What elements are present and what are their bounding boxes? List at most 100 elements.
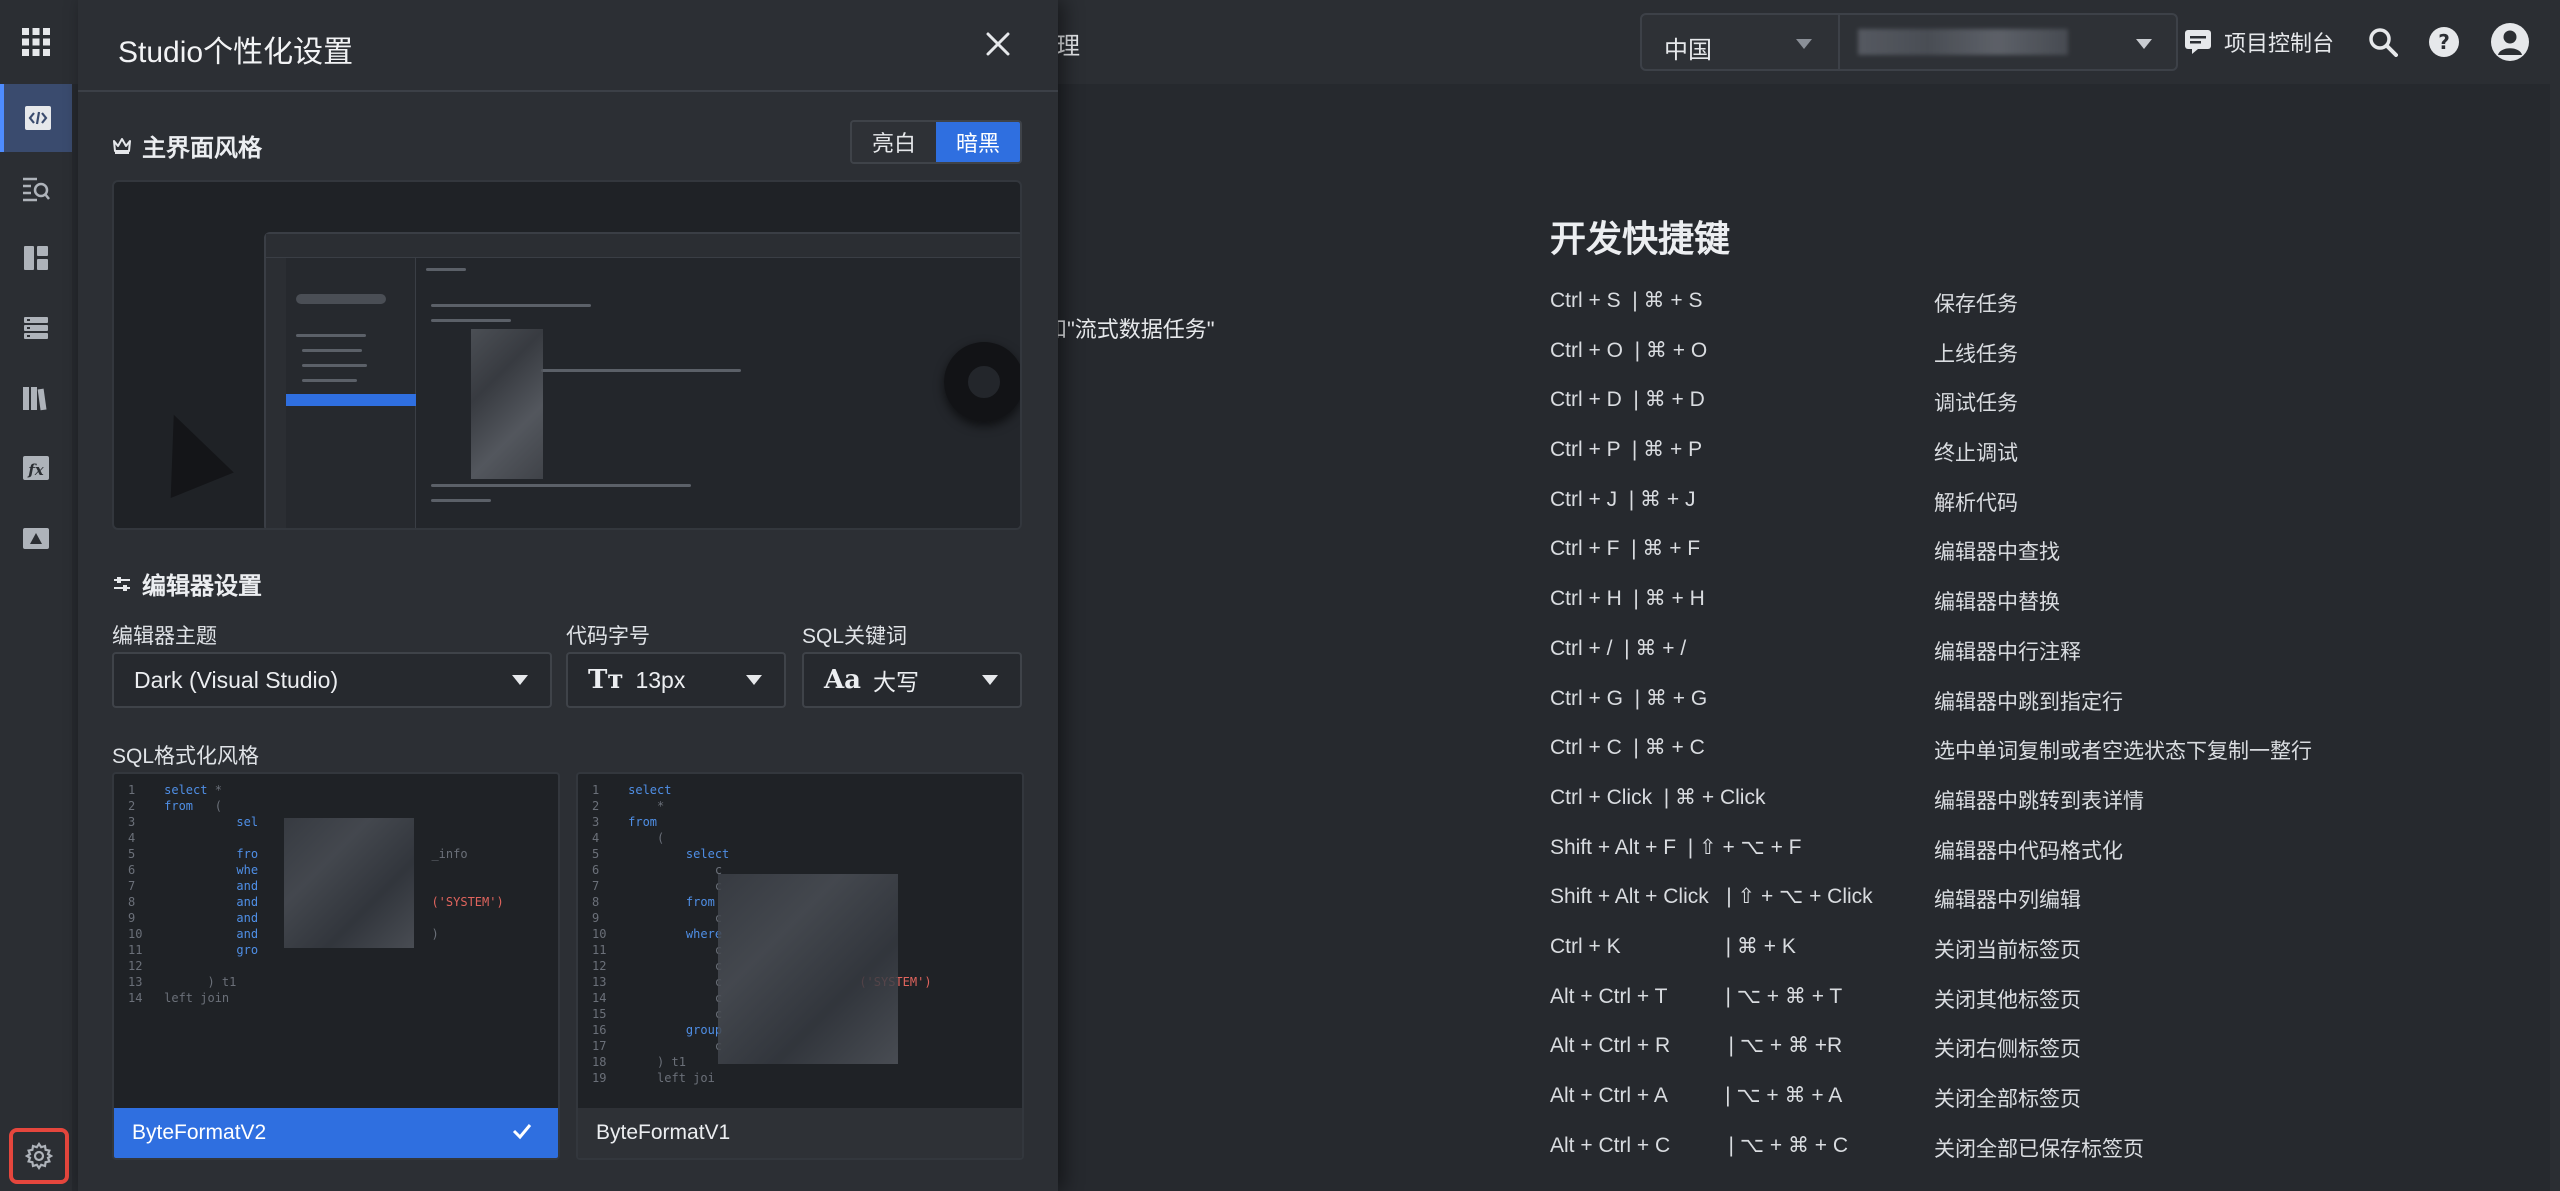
nav-library[interactable]	[0, 364, 72, 432]
shortcut-keys: Ctrl + Click | ⌘ + Click	[1550, 785, 1766, 809]
shortcut-row: Ctrl + / | ⌘ + / 编辑器中行注释	[1550, 630, 2350, 680]
region-selector[interactable]: 中国	[1640, 13, 2178, 71]
mock-line	[431, 319, 511, 322]
editor-theme-select[interactable]: Dark (Visual Studio)	[112, 652, 552, 708]
redacted-project-name	[1858, 29, 2068, 55]
redacted-code-block	[284, 818, 414, 948]
sql-keyword-value: 大写	[873, 669, 920, 695]
user-avatar-button[interactable]	[2490, 22, 2530, 62]
nav-resources[interactable]	[0, 504, 72, 572]
shortcut-keys: Shift + Alt + F | ⇧ + ⌥ + F	[1550, 835, 1802, 859]
search-button[interactable]	[2368, 27, 2398, 57]
database-icon	[24, 317, 48, 339]
apps-menu-button[interactable]	[0, 0, 72, 84]
shortcut-keys: Alt + Ctrl + T | ⌥ + ⌘ + T	[1550, 984, 1843, 1008]
format-option-v2[interactable]: 1 select * 2 from ( 3 sel 4 5 fro _info …	[112, 772, 560, 1160]
nav-dev[interactable]	[0, 84, 72, 152]
divider	[1838, 15, 1840, 69]
caret-down-icon	[982, 675, 998, 685]
mock-line	[302, 349, 362, 352]
top-right-actions: 项目控制台 ?	[2184, 0, 2560, 84]
mock-line	[431, 484, 691, 487]
region-label: 中国	[1664, 37, 1712, 64]
mock-line	[541, 369, 741, 372]
shortcut-list: 开发快捷键 Ctrl + S | ⌘ + S 保存任务 Ctrl + O | ⌘ …	[1550, 210, 2350, 1176]
format-option-v2-label: ByteFormatV2	[132, 1121, 267, 1144]
shortcut-desc: 关闭其他标签页	[1934, 988, 2081, 1012]
theme-toggle: 亮白 暗黑	[850, 120, 1022, 164]
shortcut-keys: Ctrl + C | ⌘ + C	[1550, 736, 1705, 760]
decorative-cone	[142, 402, 234, 498]
shortcut-row: Shift + Alt + F | ⇧ + ⌥ + F 编辑器中代码格式化	[1550, 829, 2350, 879]
search-icon	[2369, 28, 2398, 57]
format-option-v2-footer: ByteFormatV2	[114, 1108, 558, 1158]
shortcut-keys: Shift + Alt + Click | ⇧ + ⌥ + Click	[1550, 885, 1873, 909]
editor-theme-label: 编辑器主题	[112, 625, 217, 648]
shortcut-desc: 编辑器中跳转到表详情	[1934, 789, 2144, 813]
nav-data[interactable]	[0, 294, 72, 362]
shortcut-desc: 关闭全部已保存标签页	[1934, 1137, 2144, 1161]
close-icon	[986, 32, 1010, 56]
letter-case-icon: Aa	[824, 665, 862, 695]
theme-option-light[interactable]: 亮白	[852, 122, 936, 162]
nav-dashboard[interactable]	[0, 224, 72, 292]
shortcut-row: Alt + Ctrl + A | ⌥ + ⌘ + A 关闭全部标签页	[1550, 1077, 2350, 1127]
svg-text:?: ?	[2438, 30, 2450, 54]
mock-topbar	[266, 234, 1020, 258]
redacted-code-block	[718, 874, 898, 1064]
editor-title: 编辑器设置	[142, 573, 262, 600]
page-scrollbar[interactable]	[2550, 84, 2560, 1191]
mock-redacted-block	[471, 329, 543, 479]
sql-keyword-label: SQL关键词	[802, 625, 908, 648]
shortcut-row: Ctrl + D | ⌘ + D 调试任务	[1550, 381, 2350, 431]
font-size-select[interactable]: Tт 13px	[566, 652, 786, 708]
shortcut-desc: 上线任务	[1934, 342, 2018, 366]
project-console-button[interactable]: 项目控制台	[2184, 26, 2334, 58]
shortcut-row: Ctrl + Click | ⌘ + Click 编辑器中跳转到表详情	[1550, 779, 2350, 829]
check-icon	[512, 1124, 532, 1140]
shortcut-desc: 编辑器中列编辑	[1934, 889, 2081, 913]
sql-keyword-select[interactable]: Aa 大写	[802, 652, 1022, 708]
caret-down-icon	[1796, 39, 1812, 49]
format-option-v1-footer: ByteFormatV1	[578, 1108, 1022, 1158]
sql-format-label: SQL格式化风格	[112, 745, 260, 768]
shortcut-desc: 保存任务	[1934, 293, 2018, 316]
nav-query[interactable]	[0, 154, 72, 222]
dashboard-icon	[24, 246, 48, 270]
editor-theme-value: Dark (Visual Studio)	[134, 666, 339, 693]
shortcut-desc: 关闭当前标签页	[1934, 938, 2081, 962]
preview-mockup	[264, 232, 1020, 528]
theme-preview-image	[112, 180, 1022, 530]
shortcut-desc: 编辑器中查找	[1934, 541, 2060, 565]
svg-text:fx: fx	[27, 461, 44, 479]
shortcut-desc: 调试任务	[1934, 392, 2018, 416]
shortcut-keys: Ctrl + J | ⌘ + J	[1550, 487, 1696, 511]
shortcut-row: Alt + Ctrl + T | ⌥ + ⌘ + T 关闭其他标签页	[1550, 978, 2350, 1028]
shortcut-desc: 编辑器中替换	[1934, 591, 2060, 615]
settings-button[interactable]	[9, 1128, 69, 1184]
shortcut-keys: Ctrl + K | ⌘ + K	[1550, 934, 1796, 958]
avatar-icon	[2491, 23, 2529, 61]
drive-icon	[23, 528, 49, 549]
help-button[interactable]: ?	[2428, 26, 2460, 58]
search-list-icon	[23, 177, 50, 202]
help-icon: ?	[2429, 27, 2459, 57]
text-size-icon: Tт	[588, 665, 624, 695]
format-option-v1[interactable]: 1 select 2 * 3 from 4 ( 5 select 6 c 7 c…	[576, 772, 1024, 1160]
shortcut-keys: Alt + Ctrl + C | ⌥ + ⌘ + C	[1550, 1133, 1849, 1157]
nav-functions[interactable]: fx	[0, 434, 72, 502]
shortcut-keys: Ctrl + / | ⌘ + /	[1550, 636, 1687, 660]
shortcut-title: 开发快捷键	[1550, 218, 1731, 259]
close-button[interactable]	[976, 22, 1020, 66]
sliders-icon	[114, 576, 130, 591]
editor-section-title: 编辑器设置	[112, 566, 262, 601]
shortcut-keys: Ctrl + F | ⌘ + F	[1550, 537, 1701, 561]
format-option-v1-label: ByteFormatV1	[596, 1121, 731, 1144]
shortcut-keys: Ctrl + H | ⌘ + H	[1550, 587, 1705, 611]
shortcut-keys: Alt + Ctrl + A | ⌥ + ⌘ + A	[1550, 1084, 1843, 1107]
font-size-value: 13px	[635, 666, 686, 693]
shortcut-row: Ctrl + S | ⌘ + S 保存任务	[1550, 282, 2350, 332]
theme-option-dark[interactable]: 暗黑	[936, 122, 1020, 162]
background-text-fragment: 和"流式数据任务"	[1045, 317, 1215, 342]
gear-icon	[25, 1142, 53, 1170]
